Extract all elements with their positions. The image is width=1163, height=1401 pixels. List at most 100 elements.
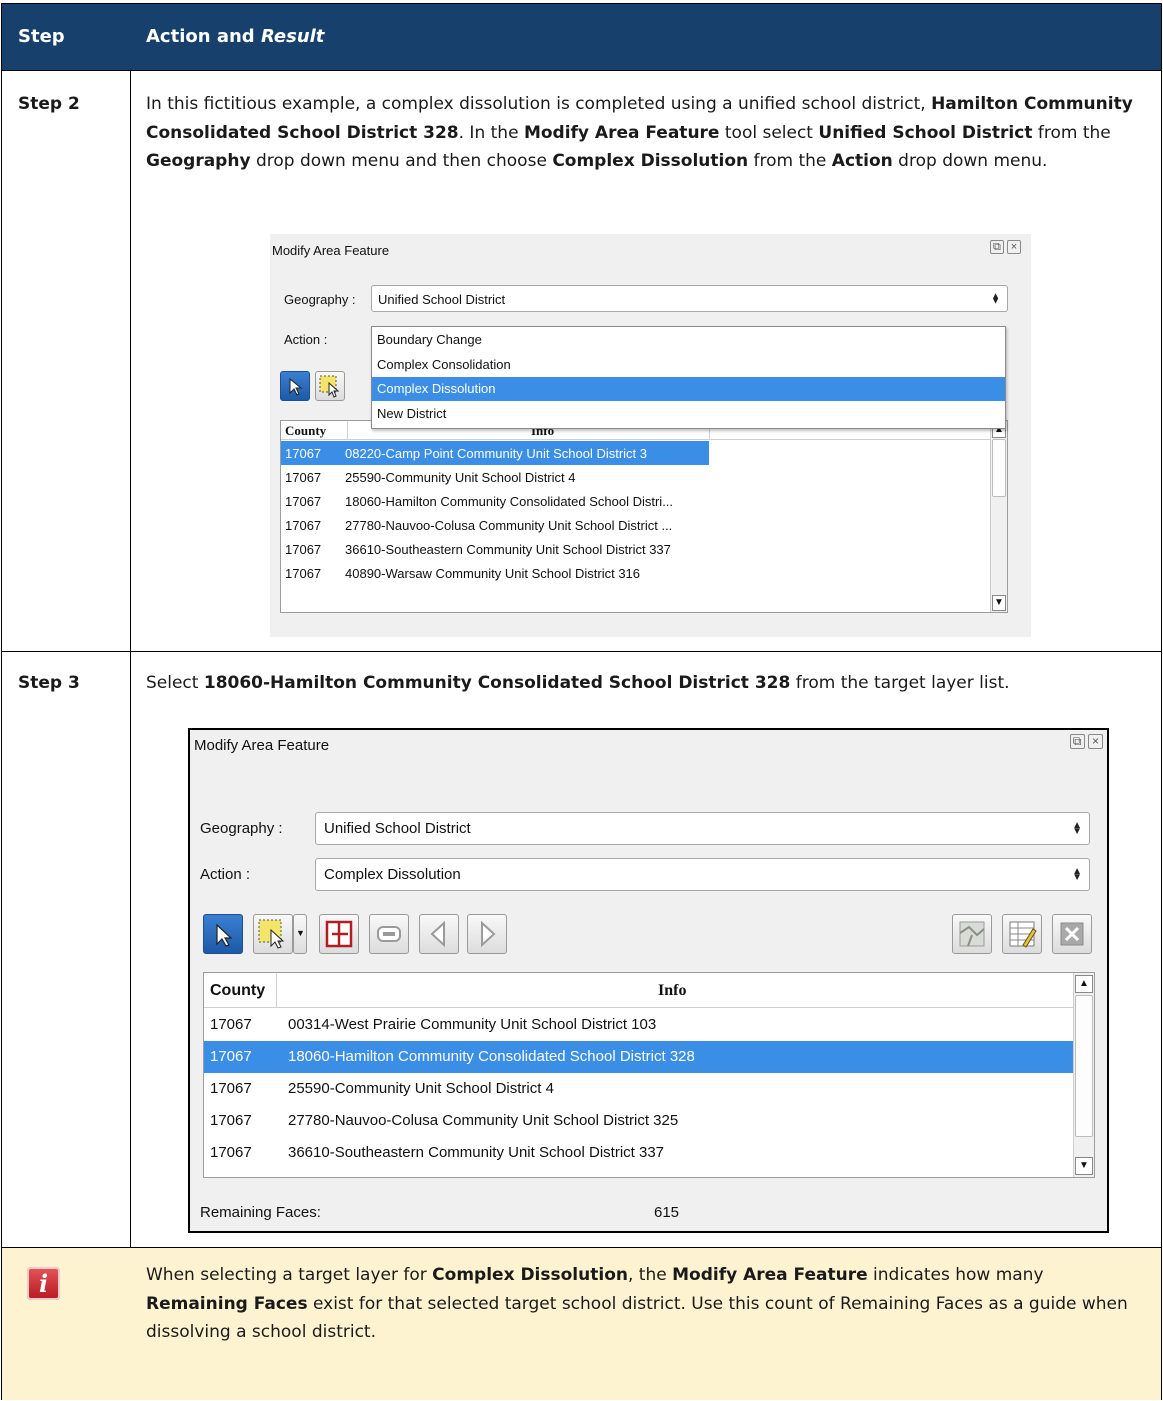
instruction-table: Step Action and Result Step 2 In this fi… <box>1 3 1162 1400</box>
row-info: 27780-Nauvoo-Colusa Community Unit Schoo… <box>345 518 673 533</box>
scroll-down-icon[interactable]: ▼ <box>1075 1157 1093 1175</box>
step-2-label: Step 2 <box>18 94 80 114</box>
chevron-down-icon: ▼ <box>296 928 305 938</box>
table-row[interactable]: 17067 27780-Nauvoo-Colusa Community Unit … <box>204 1105 1074 1137</box>
action-select[interactable]: Complex Dissolution ▲ ▼ <box>315 858 1090 891</box>
note-text: When selecting a target layer for Comple… <box>146 1265 1128 1342</box>
table-row[interactable]: 17067 25590-Community Unit School Distric… <box>281 465 709 489</box>
spinner-arrows-icon: ▲ ▼ <box>1072 865 1082 883</box>
row-county: 17067 <box>285 494 322 509</box>
table-row[interactable]: 17067 08220-Camp Point Community Unit Sch… <box>281 441 709 465</box>
geography-label: Geography : <box>200 820 283 837</box>
row-county: 17067 <box>285 518 322 533</box>
remove-button[interactable] <box>369 914 409 954</box>
table-row[interactable]: 17067 18060-Hamilton Community Consolidat… <box>281 489 709 513</box>
vertical-scrollbar[interactable]: ▲ ▼ <box>990 421 1007 612</box>
edit-table-button[interactable] <box>1002 914 1042 954</box>
geography-label: Geography : <box>284 292 356 307</box>
minus-icon <box>377 926 401 942</box>
arrow-right-icon <box>481 920 496 948</box>
spinner-arrows-icon: ▲ ▼ <box>1072 819 1082 837</box>
col-county: County <box>210 982 266 999</box>
dropdown-item[interactable]: Complex Dissolution <box>372 377 1005 401</box>
vertical-scrollbar[interactable]: ▲ ▼ <box>1073 973 1094 1177</box>
rectangle-select-button[interactable] <box>315 371 345 401</box>
modify-area-feature-panel-step2: Modify Area Feature ⧉ × Geography : Unif… <box>270 234 1031 637</box>
float-icon[interactable]: ⧉ <box>1069 734 1085 749</box>
close-icon[interactable]: × <box>1007 240 1021 254</box>
scroll-thumb[interactable] <box>1075 995 1093 1137</box>
row-county: 17067 <box>210 1144 252 1161</box>
edit-table-icon <box>1009 921 1037 948</box>
row-divider <box>2 70 1161 71</box>
table-row[interactable]: 17067 36610-Southeastern Community Unit S… <box>204 1137 1074 1169</box>
action-label: Action : <box>284 332 328 347</box>
geography-select[interactable]: Unified School District ▲ ▼ <box>371 285 1008 312</box>
panel-title: Modify Area Feature <box>272 243 390 258</box>
action-dropdown-menu[interactable]: Boundary Change Complex Consolidation Comp… <box>371 326 1006 429</box>
map-button[interactable] <box>952 914 992 954</box>
row-info: 36610-Southeastern Community Unit School… <box>345 542 671 557</box>
step-3-text: Select 18060-Hamilton Community Consolid… <box>146 673 1010 693</box>
scroll-down-icon[interactable]: ▼ <box>992 595 1006 611</box>
cancel-button[interactable] <box>1052 914 1092 954</box>
row-county: 17067 <box>210 1048 252 1065</box>
modify-area-feature-panel-step3: Modify Area Feature ⧉ × Geography : Unif… <box>188 728 1109 1233</box>
table-row[interactable]: 17067 40890-Warsaw Community Unit School … <box>281 561 709 585</box>
step-3-label: Step 3 <box>18 673 80 693</box>
select-pointer-button[interactable] <box>203 914 243 954</box>
row-county: 17067 <box>285 470 322 485</box>
table-row[interactable]: 17067 36610-Southeastern Community Unit S… <box>281 537 709 561</box>
spinner-arrows-icon: ▲ ▼ <box>991 290 1000 306</box>
select-pointer-button[interactable] <box>280 371 310 401</box>
rectangle-select-button[interactable] <box>253 914 293 954</box>
row-info: 25590-Community Unit School District 4 <box>345 470 576 485</box>
column-divider <box>130 70 131 1248</box>
row-info: 18060-Hamilton Community Consolidated Sc… <box>288 1048 695 1065</box>
row-info: 27780-Nauvoo-Colusa Community Unit Schoo… <box>288 1112 679 1129</box>
row-county: 17067 <box>210 1080 252 1097</box>
row-info: 25590-Community Unit School District 4 <box>288 1080 554 1097</box>
window-buttons: ⧉ × <box>989 240 1021 254</box>
close-icon <box>1060 922 1084 946</box>
table-row[interactable]: 17067 00314-West Prairie Community Unit S… <box>204 1009 1074 1041</box>
geography-select[interactable]: Unified School District ▲ ▼ <box>315 812 1090 845</box>
row-county: 17067 <box>210 1112 252 1129</box>
info-icon: i <box>27 1267 60 1300</box>
note-row: i When selecting a target layer for Comp… <box>2 1248 1161 1400</box>
row-info: 18060-Hamilton Community Consolidated Sc… <box>345 494 674 509</box>
table-row[interactable]: 17067 25590-Community Unit School Distric… <box>204 1073 1074 1105</box>
table-row[interactable]: 17067 27780-Nauvoo-Colusa Community Unit … <box>281 513 709 537</box>
row-info: 08220-Camp Point Community Unit School D… <box>345 446 648 461</box>
panel-title: Modify Area Feature <box>194 737 330 754</box>
rectangle-select-dropdown[interactable]: ▼ <box>293 914 307 954</box>
list-header: County Info <box>204 973 1094 1008</box>
pointer-icon <box>216 923 233 947</box>
close-icon[interactable]: × <box>1088 734 1103 749</box>
table-header: Step Action and Result <box>2 4 1161 70</box>
float-icon[interactable]: ⧉ <box>989 240 1004 254</box>
target-layer-list[interactable]: County Info 17067 00314-West Prairie Comm… <box>203 972 1095 1178</box>
next-button[interactable] <box>467 914 507 954</box>
dropdown-item[interactable]: Complex Consolidation <box>372 353 1005 377</box>
split-icon <box>325 920 353 948</box>
col-info: Info <box>658 982 687 999</box>
row-county: 17067 <box>285 446 322 461</box>
header-step: Step <box>18 26 65 47</box>
scroll-thumb[interactable] <box>992 439 1006 497</box>
scroll-up-icon[interactable]: ▲ <box>1075 975 1093 993</box>
split-button[interactable] <box>319 914 359 954</box>
table-row[interactable]: 17067 18060-Hamilton Community Consolidat… <box>204 1041 1074 1073</box>
target-layer-list[interactable]: County Info 17067 08220-Camp Point Commun… <box>280 420 1008 613</box>
rectangle-select-icon <box>258 919 285 949</box>
row-info: 00314-West Prairie Community Unit School… <box>288 1016 657 1033</box>
header-action: Action and Result <box>146 26 325 47</box>
action-label: Action : <box>200 866 251 883</box>
step-2-text: In this fictitious example, a complex di… <box>146 94 1133 171</box>
row-info: 36610-Southeastern Community Unit School… <box>288 1144 665 1161</box>
dropdown-item[interactable]: Boundary Change <box>372 328 1005 352</box>
dropdown-item[interactable]: New District <box>372 402 1005 426</box>
previous-button[interactable] <box>419 914 459 954</box>
arrow-left-icon <box>430 920 445 948</box>
pointer-icon <box>289 377 303 396</box>
